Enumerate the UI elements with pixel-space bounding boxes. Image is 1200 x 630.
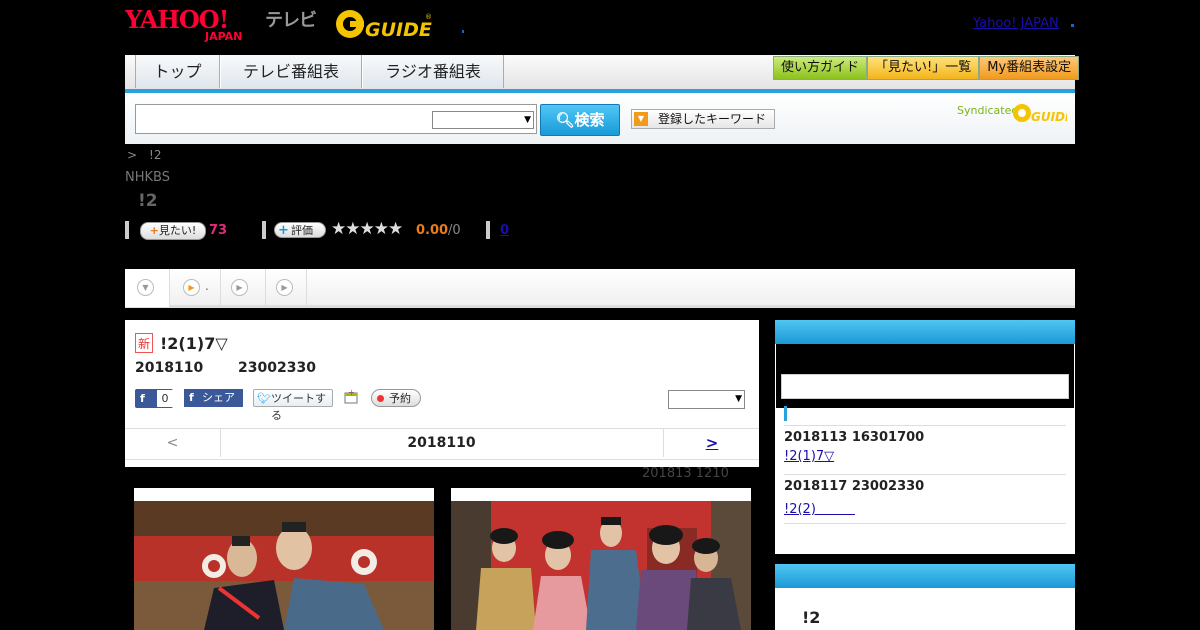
- rate-button[interactable]: + 評価: [274, 222, 326, 238]
- tab-2[interactable]: ▶: [221, 269, 266, 307]
- nav-tab-tv-schedule[interactable]: テレビ番組表: [220, 55, 362, 88]
- calendar-add-icon[interactable]: +: [343, 389, 359, 405]
- search-category-select[interactable]: ▼: [432, 111, 534, 129]
- facebook-icon: f: [189, 391, 194, 404]
- header-dot: [462, 30, 464, 33]
- schedule-title-link[interactable]: !2(2): [784, 498, 855, 517]
- divider: [486, 221, 490, 239]
- share-label: シェア: [202, 391, 235, 404]
- nav-buttons: 使い方ガイド 「見たい!」一覧 My番組表設定: [773, 56, 1080, 80]
- channel-name: NHKBS: [125, 170, 170, 185]
- guide-button[interactable]: 使い方ガイド: [773, 56, 868, 80]
- tab-3[interactable]: ▶: [266, 269, 307, 307]
- tab-0[interactable]: ▼: [125, 269, 170, 307]
- plus-icon: +: [278, 223, 289, 238]
- divider: [784, 474, 1066, 475]
- schedule-datetime: 2018113 16301700: [784, 430, 925, 445]
- breadcrumb: > !2: [127, 148, 162, 162]
- svg-text:GUIDE: GUIDE: [1031, 110, 1067, 124]
- rate-label: 評価: [291, 224, 313, 237]
- divider: [784, 523, 1066, 524]
- gguide-small-logo: GUIDE: [1013, 104, 1067, 124]
- new-badge: 新: [135, 333, 153, 353]
- svg-text:JAPAN: JAPAN: [204, 30, 242, 42]
- tv-label: テレビ: [265, 10, 317, 31]
- rating-max: /0: [448, 223, 461, 238]
- divider: [125, 221, 129, 239]
- updated-timestamp: 201813 1210: [642, 466, 729, 481]
- rating-score: 0.00: [416, 223, 449, 238]
- nav-tab-top[interactable]: トップ: [135, 55, 220, 88]
- yahoo-japan-link[interactable]: Yahoo! JAPAN: [973, 16, 1059, 31]
- tab-1[interactable]: ▶ .: [170, 269, 221, 307]
- svg-text:®: ®: [425, 13, 432, 21]
- program-photo-1[interactable]: [134, 488, 434, 630]
- pager-date: 2018110: [407, 435, 476, 451]
- program-title: !2: [138, 191, 158, 211]
- mitai-label: 見たい!: [158, 224, 197, 237]
- plus-icon: +: [149, 224, 159, 237]
- facebook-icon: f: [140, 392, 145, 405]
- syndicated-label: Syndicated: [957, 104, 1019, 117]
- program-photo-2[interactable]: [451, 488, 751, 630]
- episode-select[interactable]: ▼: [668, 390, 745, 409]
- nav-tab-radio-schedule[interactable]: ラジオ番組表: [362, 55, 504, 88]
- tab-1-label: .: [205, 279, 209, 293]
- play-circle-icon: ▶: [276, 279, 293, 296]
- saved-keywords-label: 登録したキーワード: [658, 112, 767, 126]
- search-button[interactable]: 🔍︎検索: [540, 104, 620, 136]
- yahoo-japan-logo[interactable]: YAHOO! JAPAN: [125, 6, 261, 42]
- chevron-down-icon: ▼: [524, 115, 531, 125]
- nav-tabs: トップ テレビ番組表 ラジオ番組表: [135, 55, 504, 89]
- reserve-button[interactable]: 予約: [371, 389, 421, 407]
- search-button-label: 検索: [574, 111, 605, 129]
- chevron-down-icon: ▼: [735, 394, 742, 404]
- review-count-link[interactable]: 0: [500, 223, 509, 238]
- svg-text:GUIDE: GUIDE: [365, 19, 432, 41]
- pager-next-link[interactable]: >: [663, 429, 760, 457]
- tweet-button[interactable]: 🐦︎ ツイートする: [253, 389, 333, 422]
- rating-stars: ★★★★★: [331, 219, 403, 239]
- header-dot: [1071, 24, 1074, 27]
- related-box-title: !2: [802, 608, 821, 627]
- schedule-box-header: [775, 320, 1075, 344]
- section-marker: [784, 406, 787, 421]
- twitter-bird-icon: 🐦︎: [257, 392, 271, 405]
- record-dot-icon: [377, 395, 384, 402]
- episode-title: !2(1)7▽: [160, 334, 228, 353]
- schedule-title-link[interactable]: !2(1)7▽: [784, 449, 834, 464]
- schedule-datetime: 2018117 23002330: [784, 479, 925, 494]
- facebook-like-count: 0: [157, 390, 173, 407]
- reserve-label: 予約: [389, 392, 411, 405]
- schedule-input[interactable]: [781, 374, 1069, 399]
- play-circle-icon: ▶: [231, 279, 248, 296]
- gguide-logo[interactable]: GUIDE ®: [335, 7, 435, 41]
- related-box-header: [775, 564, 1075, 588]
- down-circle-icon: ▼: [137, 279, 154, 296]
- my-schedule-button[interactable]: My番組表設定: [979, 56, 1080, 80]
- divider: [262, 221, 266, 239]
- saved-keywords-button[interactable]: ▼ 登録したキーワード: [631, 109, 775, 129]
- facebook-share-button[interactable]: f シェア: [184, 389, 243, 407]
- mitai-count: 73: [209, 223, 228, 238]
- episode-date: 2018110: [135, 360, 204, 376]
- play-circle-icon: ▶: [183, 279, 200, 296]
- mitai-button[interactable]: +見たい!: [140, 222, 206, 240]
- episode-time: 23002330: [238, 360, 316, 376]
- pager-prev-button[interactable]: <: [125, 429, 221, 457]
- svg-text:+: +: [348, 389, 355, 397]
- divider: [784, 425, 1066, 426]
- triangle-down-icon: ▼: [634, 112, 648, 126]
- search-icon: 🔍︎: [555, 111, 575, 129]
- mitai-list-button[interactable]: 「見たい!」一覧: [867, 56, 980, 80]
